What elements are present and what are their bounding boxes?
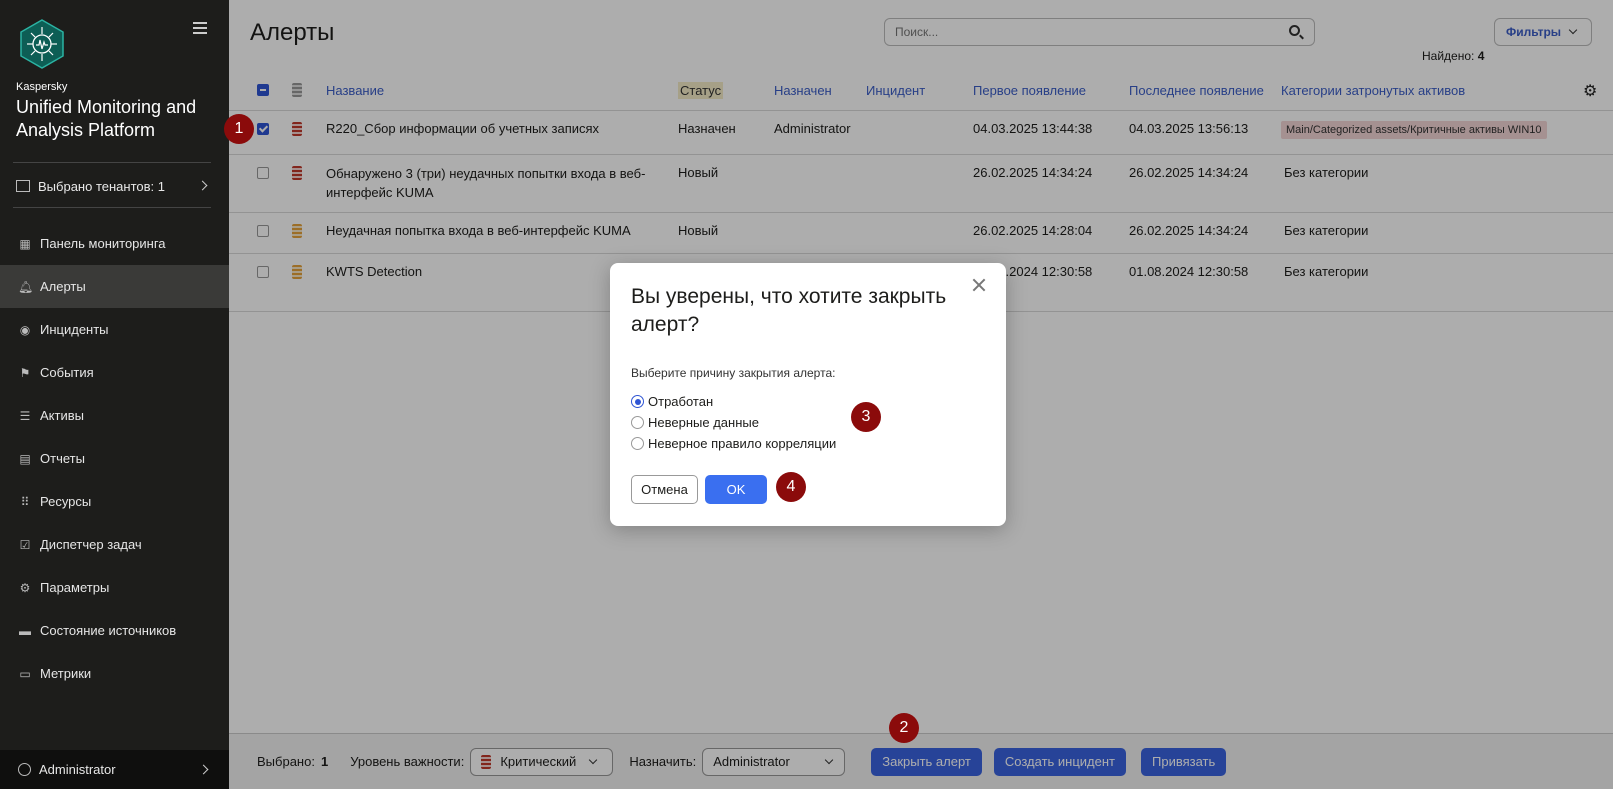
user-icon — [18, 763, 31, 776]
sidebar-item-label: Алерты — [40, 279, 86, 294]
sidebar-item-incidents[interactable]: ◉ Инциденты — [0, 308, 229, 351]
sidebar-item-reports[interactable]: ▤ Отчеты — [0, 437, 229, 480]
flag-icon: ⚑ — [19, 365, 31, 380]
radio-button[interactable] — [631, 395, 644, 408]
menu-toggle-icon[interactable] — [193, 22, 207, 34]
radio-button[interactable] — [631, 416, 644, 429]
user-name: Administrator — [39, 762, 116, 777]
tenant-label: Выбрано тенантов: 1 — [38, 178, 165, 194]
report-icon: ▤ — [19, 451, 31, 466]
kaspersky-logo-icon — [20, 19, 64, 69]
sidebar-nav: ▦ Панель мониторинга 🔔︎ Алерты ◉ Инциденты … — [0, 222, 229, 695]
chevron-right-icon — [197, 180, 208, 191]
clipboard-icon: ☑ — [19, 537, 31, 552]
gear-icon: ⚙ — [19, 580, 31, 595]
sidebar-item-metrics[interactable]: ▭ Метрики — [0, 652, 229, 695]
radio-label: Отработан — [648, 394, 714, 409]
dialog-title: Вы уверены, что хотите закрыть алерт? — [631, 285, 947, 336]
sidebar-item-label: События — [40, 365, 94, 380]
sidebar-item-label: Ресурсы — [40, 494, 92, 509]
chevron-right-icon — [198, 764, 209, 775]
tenant-icon — [16, 180, 30, 192]
reason-option-wrong-rule[interactable]: Неверное правило корреляции — [631, 433, 836, 454]
sidebar-item-assets[interactable]: ☰ Активы — [0, 394, 229, 437]
bell-icon: 🔔︎ — [18, 279, 34, 294]
sidebar-item-label: Инциденты — [40, 322, 109, 337]
sidebar: Kaspersky Unified Monitoring and Analysi… — [0, 0, 229, 789]
assets-icon: ☰ — [19, 408, 31, 423]
sidebar-item-settings[interactable]: ⚙ Параметры — [0, 566, 229, 609]
sidebar-item-label: Активы — [40, 408, 84, 423]
radio-label: Неверное правило корреляции — [648, 436, 837, 451]
sidebar-item-dashboard[interactable]: ▦ Панель мониторинга — [0, 222, 229, 265]
sidebar-item-label: Панель мониторинга — [40, 236, 166, 251]
step-marker: 1 — [224, 114, 254, 144]
close-alert-dialog: Вы уверены, что хотите закрыть алерт? Вы… — [610, 263, 1006, 526]
reason-label: Выберите причину закрытия алерта: — [631, 366, 836, 380]
brand-product-title: Unified Monitoring and Analysis Platform — [16, 97, 197, 140]
sidebar-item-label: Параметры — [40, 580, 110, 595]
radio-label: Неверные данные — [648, 415, 759, 430]
close-icon[interactable] — [972, 278, 986, 292]
sidebar-item-task-manager[interactable]: ☑ Диспетчер задач — [0, 523, 229, 566]
cancel-button[interactable]: Отмена — [631, 475, 698, 504]
user-menu[interactable]: Administrator — [0, 750, 229, 789]
sidebar-item-events[interactable]: ⚑ События — [0, 351, 229, 394]
reason-option-wrong-data[interactable]: Неверные данные — [631, 412, 836, 433]
sidebar-item-alerts[interactable]: 🔔︎ Алерты — [0, 265, 229, 308]
sidebar-item-label: Отчеты — [40, 451, 85, 466]
grid-icon: ⠿ — [20, 494, 30, 509]
sidebar-item-label: Метрики — [40, 666, 92, 681]
divider — [13, 207, 211, 208]
tenant-selector[interactable]: Выбрано тенантов: 1 — [16, 176, 212, 196]
dashboard-icon: ▦ — [19, 236, 31, 251]
eye-icon: ◉ — [19, 322, 31, 337]
sidebar-item-source-status[interactable]: ▬ Состояние источников — [0, 609, 229, 652]
step-marker: 2 — [889, 713, 919, 743]
step-marker: 3 — [851, 402, 881, 432]
monitor-icon: ▭ — [19, 666, 31, 681]
sidebar-item-resources[interactable]: ⠿ Ресурсы — [0, 480, 229, 523]
divider — [13, 162, 211, 163]
close-reason-group: Отработан Неверные данные Неверное прави… — [631, 391, 836, 454]
brand-vendor: Kaspersky — [16, 81, 68, 93]
reason-option-processed[interactable]: Отработан — [631, 391, 836, 412]
step-marker: 4 — [776, 472, 806, 502]
sidebar-item-label: Состояние источников — [40, 623, 177, 638]
source-icon: ▬ — [19, 623, 31, 638]
radio-button[interactable] — [631, 437, 644, 450]
sidebar-item-label: Диспетчер задач — [40, 537, 142, 552]
ok-button[interactable]: OK — [705, 475, 767, 504]
